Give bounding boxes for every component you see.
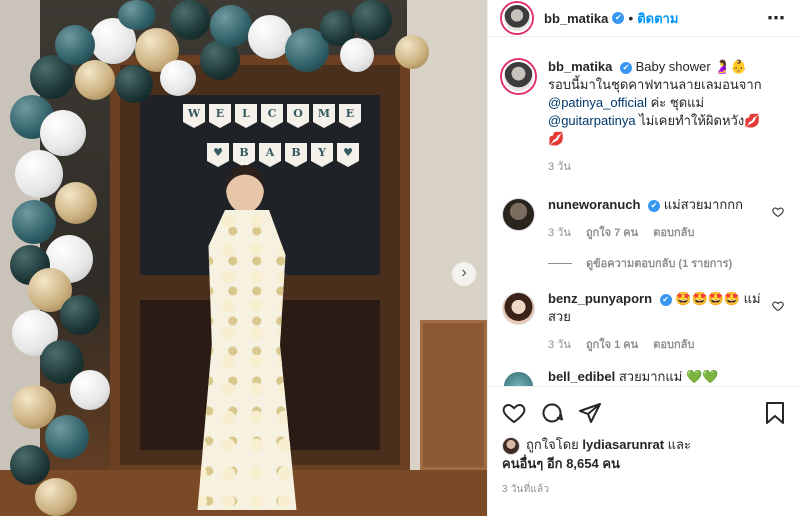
caption-text: Baby shower 🤰👶 [635, 59, 747, 74]
banner-flag: W [183, 104, 205, 128]
comment-meta: 3 วัน ถูกใจ 1 คน ตอบกลับ [548, 336, 766, 354]
avatar[interactable] [502, 436, 520, 455]
avatar[interactable] [502, 370, 535, 386]
comment-likes-button[interactable]: ถูกใจ 7 คน [586, 227, 638, 239]
paper-plane-icon[interactable] [578, 401, 602, 428]
verified-badge-icon: ✔ [659, 293, 672, 306]
banner-flag: E [339, 104, 361, 128]
banner-flag: M [313, 104, 335, 128]
comment-meta: 3 วัน ถูกใจ 7 คน ตอบกลับ [548, 224, 766, 242]
photo-wood-panel [420, 320, 487, 470]
heart-icon[interactable] [772, 206, 784, 221]
banner-flag: ♥ [337, 143, 359, 167]
likes-count: 8,654 [566, 455, 599, 471]
caption: bb_matika ✔ Baby shower 🤰👶 รอบนี้มาในชุด… [502, 58, 786, 176]
post-photo[interactable]: W E L C O M E ♥ B A B Y ♥ › [0, 0, 487, 516]
banner-flag: Y [311, 143, 333, 167]
banner-flag: ♥ [207, 143, 229, 167]
mention-link[interactable]: @guitarpatinya [548, 113, 636, 128]
reply-button[interactable]: ตอบกลับ [653, 227, 694, 239]
caption-time: 3 วัน [548, 161, 571, 173]
more-options-icon[interactable]: ⋯ [767, 8, 786, 29]
comment-bubble-icon[interactable] [540, 401, 564, 428]
follow-button[interactable]: ติดตาม [637, 8, 678, 29]
banner-flag: C [261, 104, 283, 128]
caption-text: ค่ะ ชุดแม่ [646, 95, 705, 110]
divider [548, 262, 572, 264]
banner-flag: O [287, 104, 309, 128]
view-replies-button[interactable]: ดูข้อความตอบกลับ (1 รายการ) [548, 254, 786, 272]
mention-link[interactable]: @patinya_official [548, 95, 647, 110]
chevron-right-icon[interactable]: › [452, 262, 476, 286]
post-actions [488, 386, 800, 436]
post-author-username[interactable]: bb_matika [544, 11, 608, 26]
banner-flag: E [209, 104, 231, 128]
liked-by-prefix: ถูกใจโดย [526, 437, 579, 452]
avatar[interactable] [502, 198, 535, 231]
caption-text: รอบนี้มาในชุดคาฟทานลายเลมอนจาก [548, 77, 762, 92]
baby-banner: ♥ B A B Y ♥ [207, 143, 359, 167]
caption-meta: 3 วัน [548, 158, 766, 176]
comment-time: 3 วัน [548, 339, 571, 351]
view-replies-label: ดูข้อความตอบกลับ (1 รายการ) [586, 258, 733, 270]
heart-icon[interactable] [772, 300, 784, 315]
likes-summary: ถูกใจโดย lydiasarunrat และ คนอื่นๆ อีก 8… [502, 436, 792, 473]
bookmark-outline-icon[interactable] [764, 401, 786, 428]
banner-flag: L [235, 104, 257, 128]
banner-flag: A [259, 143, 281, 167]
caption-username[interactable]: bb_matika [548, 59, 612, 74]
list-item: benz_punyaporn ✔ 🤩🤩🤩🤩 แม่สวย 3 วัน ถูกใจ… [502, 290, 786, 354]
likes-others-suffix: คน [602, 455, 620, 471]
post-timestamp[interactable]: 3 วันที่แล้ว [502, 482, 549, 497]
person-head [226, 165, 264, 213]
post-header: bb_matika ✔ • ติดตาม ⋯ [488, 0, 800, 37]
comment-text: สวยมากแม่ 💚💚 [618, 369, 719, 384]
reply-button[interactable]: ตอบกลับ [653, 339, 694, 351]
welcome-banner: W E L C O M E [183, 104, 361, 128]
comments-list[interactable]: bb_matika ✔ Baby shower 🤰👶 รอบนี้มาในชุด… [488, 58, 800, 386]
likes-others-prefix: คนอื่นๆ อีก [502, 455, 563, 471]
liked-by-username[interactable]: lydiasarunrat [582, 437, 664, 452]
list-item: nuneworanuch ✔ แม่สวยมากกก 3 วัน ถูกใจ 7… [502, 196, 786, 242]
verified-badge-icon: ✔ [619, 61, 632, 74]
comment-username[interactable]: bell_edibel [548, 369, 615, 384]
comment-text: แม่สวยมากกก [663, 197, 743, 212]
comment-username[interactable]: benz_punyaporn [548, 291, 652, 306]
banner-flag: B [285, 143, 307, 167]
comment-likes-button[interactable]: ถูกใจ 1 คน [586, 339, 638, 351]
avatar[interactable] [502, 60, 535, 93]
comment-username[interactable]: nuneworanuch [548, 197, 640, 212]
list-item: bell_edibel สวยมากแม่ 💚💚 [502, 368, 786, 386]
heart-outline-icon[interactable] [502, 401, 526, 428]
banner-flag: B [233, 143, 255, 167]
liked-by-and: และ [667, 437, 691, 452]
comment-time: 3 วัน [548, 227, 571, 239]
verified-badge-icon: ✔ [612, 12, 625, 24]
post-sidebar: bb_matika ✔ • ติดตาม ⋯ bb_matika ✔ Baby … [487, 0, 800, 516]
avatar[interactable] [502, 292, 535, 325]
separator-dot: • [628, 10, 634, 26]
verified-badge-icon: ✔ [648, 199, 661, 212]
avatar[interactable] [502, 3, 532, 33]
likes-count-link[interactable]: คนอื่นๆ อีก 8,654 คน [502, 456, 620, 471]
